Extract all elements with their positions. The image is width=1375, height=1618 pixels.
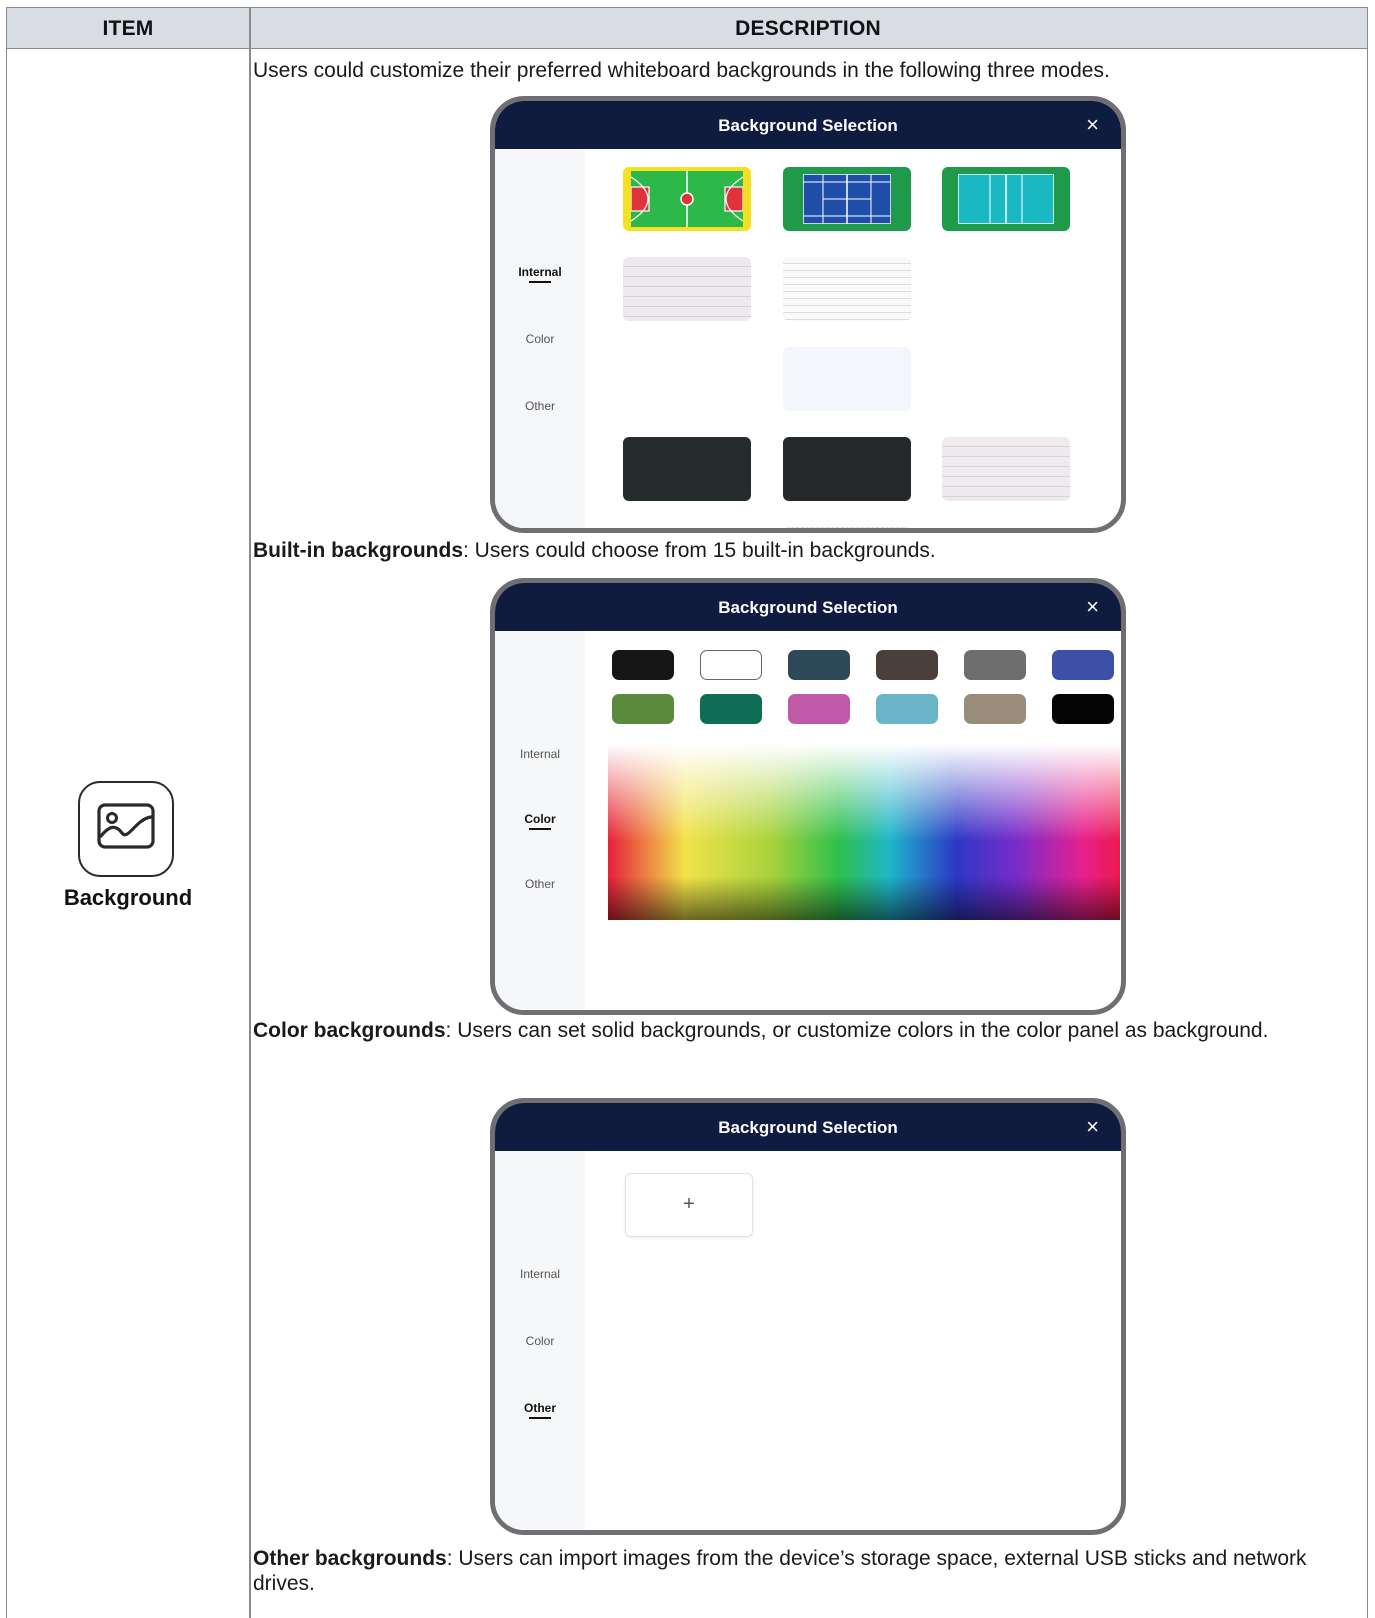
- color-swatch-5[interactable]: [964, 650, 1026, 680]
- bg-volleyball-court[interactable]: [942, 167, 1070, 231]
- header-description: DESCRIPTION: [735, 17, 881, 40]
- image-icon: [78, 781, 174, 877]
- builtin-text: Built-in backgrounds: Users could choose…: [253, 538, 1343, 563]
- color-spectrum-panel[interactable]: [608, 744, 1120, 920]
- color-swatch-4[interactable]: [876, 650, 938, 680]
- bg-badminton-court[interactable]: [783, 167, 911, 231]
- tab-color[interactable]: Color: [495, 812, 585, 830]
- color-swatch-7[interactable]: [612, 694, 674, 724]
- builtin-term: Built-in backgrounds: [253, 539, 463, 562]
- color-swatch-6[interactable]: [1052, 650, 1114, 680]
- column-divider: [249, 8, 251, 1618]
- color-description: : Users can set solid backgrounds, or cu…: [445, 1019, 1269, 1042]
- dialog-header: Background Selection ×: [495, 583, 1121, 631]
- bg-lined-gray[interactable]: [623, 257, 751, 321]
- color-swatch-9[interactable]: [788, 694, 850, 724]
- table-header: ITEM DESCRIPTION: [7, 8, 1367, 49]
- tab-other[interactable]: Other: [495, 399, 585, 413]
- color-swatch-11[interactable]: [964, 694, 1026, 724]
- color-swatch-3[interactable]: [788, 650, 850, 680]
- dialog-header: Background Selection ×: [495, 101, 1121, 149]
- item-label: Background: [63, 885, 193, 910]
- dialog-internal: Background Selection × Internal Color Ot…: [490, 96, 1126, 533]
- bg-red-grid[interactable]: [942, 347, 1070, 411]
- tab-other[interactable]: Other: [495, 877, 585, 891]
- tab-internal[interactable]: Internal: [495, 265, 585, 283]
- dialog-sidebar: Internal Color Other: [495, 1151, 585, 1530]
- tab-other[interactable]: Other: [495, 1401, 585, 1419]
- bg-grid-gray[interactable]: [942, 257, 1070, 321]
- color-swatch-10[interactable]: [876, 694, 938, 724]
- dialog-color: Background Selection × Internal Color Ot…: [490, 578, 1126, 1015]
- close-icon[interactable]: ×: [1086, 101, 1099, 149]
- dialog-sidebar: Internal Color Other: [495, 631, 585, 1010]
- add-image-button[interactable]: +: [625, 1173, 753, 1237]
- tab-color[interactable]: Color: [495, 332, 585, 346]
- tab-internal[interactable]: Internal: [495, 1267, 585, 1281]
- builtin-description: : Users could choose from 15 built-in ba…: [463, 539, 936, 562]
- color-swatch-2[interactable]: [700, 650, 762, 680]
- other-text: Other backgrounds: Users can import imag…: [253, 1546, 1343, 1596]
- dialog-title: Background Selection: [718, 1118, 898, 1137]
- bg-dark-board[interactable]: [783, 437, 911, 501]
- dialog-title: Background Selection: [718, 116, 898, 135]
- color-text: Color backgrounds: Users can set solid b…: [253, 1018, 1343, 1043]
- item-cell: Background: [7, 48, 249, 1618]
- tab-internal[interactable]: Internal: [495, 747, 585, 761]
- dialog-title: Background Selection: [718, 598, 898, 617]
- bg-lined-pink[interactable]: [942, 437, 1070, 501]
- color-swatch-12[interactable]: [1052, 694, 1114, 724]
- dialog-sidebar: Internal Color Other: [495, 149, 585, 528]
- bg-basketball-court[interactable]: [623, 167, 751, 231]
- intro-text: Users could customize their preferred wh…: [253, 59, 1110, 82]
- close-icon[interactable]: ×: [1086, 1103, 1099, 1151]
- bg-fine-grid[interactable]: [623, 347, 751, 411]
- close-icon[interactable]: ×: [1086, 583, 1099, 631]
- bg-lined-white[interactable]: [783, 257, 911, 321]
- tab-color[interactable]: Color: [495, 1334, 585, 1348]
- color-swatch-1[interactable]: [612, 650, 674, 680]
- color-term: Color backgrounds: [253, 1019, 446, 1042]
- bg-partial-row[interactable]: [783, 527, 911, 528]
- bg-light-blue[interactable]: [783, 347, 911, 411]
- dialog-other: Background Selection × Internal Color Ot…: [490, 1098, 1126, 1535]
- dialog-header: Background Selection ×: [495, 1103, 1121, 1151]
- color-swatch-8[interactable]: [700, 694, 762, 724]
- bg-dark-slate[interactable]: [623, 437, 751, 501]
- header-item: ITEM: [102, 17, 154, 40]
- other-term: Other backgrounds: [253, 1547, 447, 1570]
